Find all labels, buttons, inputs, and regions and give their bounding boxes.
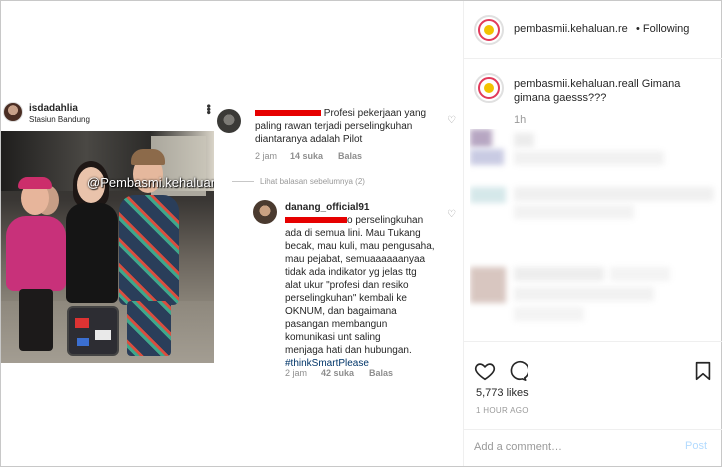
blurred-comments — [470, 129, 720, 334]
post-actions: 5,773 likes 1 HOUR AGO — [464, 341, 722, 431]
embedded-location: Stasiun Bandung — [29, 115, 90, 124]
separator-dot: • — [636, 23, 640, 35]
embedded-photo: @Pembasmi.kehaluan.real — [1, 131, 214, 363]
comment-2-likes[interactable]: 42 suka — [321, 368, 354, 378]
comment-1-reply-button[interactable]: Balas — [338, 151, 362, 161]
comment-2-text: danang_official91 o perselingkuhan ada d… — [285, 202, 435, 369]
caption-username[interactable]: pembasmii.kehaluan.reall — [514, 78, 639, 90]
comment-input[interactable] — [474, 438, 674, 456]
comment-like-heart-icon[interactable]: ♡ — [447, 209, 456, 220]
watermark-text: @Pembasmi.kehaluan.real — [87, 175, 214, 190]
post-image: isdadahlia Stasiun Bandung ••• @Pembasmi… — [1, 1, 463, 466]
add-comment-bar: Post — [464, 429, 722, 466]
embedded-avatar — [3, 102, 23, 122]
likes-count[interactable]: 5,773 likes — [476, 387, 529, 399]
embedded-post-card: isdadahlia Stasiun Bandung ••• @Pembasmi… — [1, 98, 217, 363]
embedded-post-header: isdadahlia Stasiun Bandung ••• — [1, 98, 217, 131]
follow-label: Following — [642, 23, 690, 35]
post-caption: pembasmii.kehaluan.reall Gimana gimana g… — [514, 77, 714, 105]
comment-1-text: Profesi pekerjaan yang paling rawan terj… — [255, 108, 427, 145]
follow-button[interactable]: • Following — [636, 23, 689, 35]
post-header: pembasmii.kehaluan.re • Following — [464, 1, 722, 59]
caption-timestamp: 1h — [514, 114, 527, 126]
commenter-avatar — [217, 109, 241, 133]
comment-1-likes[interactable]: 14 suka — [290, 151, 323, 161]
bookmark-icon[interactable] — [692, 360, 714, 382]
comment-2-username[interactable]: danang_official91 — [285, 202, 369, 213]
redacted-mention — [285, 217, 347, 224]
comment-like-heart-icon[interactable]: ♡ — [447, 115, 456, 126]
post-comment-button[interactable]: Post — [685, 440, 707, 452]
embedded-username: isdadahlia — [29, 103, 78, 114]
more-dots-icon: ••• — [202, 104, 216, 114]
suitcase-graphic — [67, 306, 119, 356]
view-previous-replies[interactable]: Lihat balasan sebelumnya (2) — [232, 177, 365, 186]
commenter-avatar — [253, 200, 277, 224]
profile-username[interactable]: pembasmii.kehaluan.re — [514, 23, 628, 35]
comment-1-meta: 2 jam — [255, 151, 278, 161]
comment-2-reply-button[interactable]: Balas — [369, 368, 393, 378]
caption-avatar[interactable] — [474, 73, 504, 103]
post-sidebar: pembasmii.kehaluan.re • Following pembas… — [463, 1, 722, 466]
heart-icon[interactable] — [474, 360, 496, 382]
post-timestamp: 1 HOUR AGO — [476, 406, 529, 415]
comment-2-meta: 2 jam — [285, 368, 308, 378]
comment-bubble-icon[interactable] — [506, 360, 528, 382]
profile-avatar[interactable] — [474, 15, 504, 45]
redacted-username — [255, 110, 321, 117]
